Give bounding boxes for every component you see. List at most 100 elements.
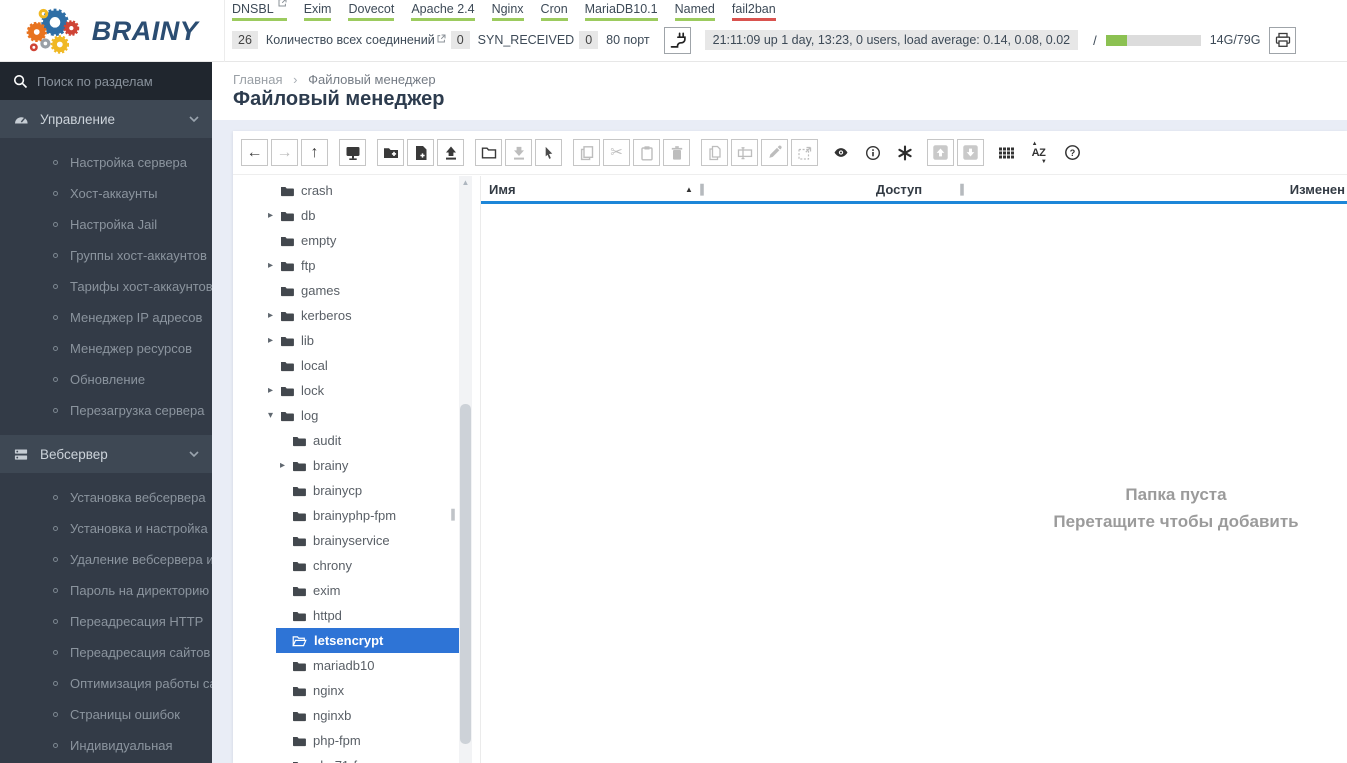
download-button[interactable] bbox=[505, 139, 532, 166]
tree-item-mariadb10[interactable]: mariadb10 bbox=[233, 653, 459, 678]
delete-button[interactable] bbox=[663, 139, 690, 166]
tree-item-crash[interactable]: crash bbox=[233, 178, 459, 203]
preview-button[interactable] bbox=[829, 139, 852, 166]
tree-item-lock[interactable]: ▸ lock bbox=[233, 378, 459, 403]
tree-item-lib[interactable]: ▸ lib bbox=[233, 328, 459, 353]
tree-expand-arrow-icon[interactable]: ▸ bbox=[268, 210, 280, 221]
column-header-name[interactable]: Имя bbox=[489, 182, 516, 197]
brand-logo[interactable]: BRAINY bbox=[0, 0, 225, 62]
sidebar-item[interactable]: Оптимизация работы сайта bbox=[0, 668, 212, 699]
rename-button[interactable] bbox=[731, 139, 758, 166]
up-button[interactable]: ↑ bbox=[301, 139, 328, 166]
back-button[interactable]: ← bbox=[241, 139, 268, 166]
tree-item-httpd[interactable]: httpd bbox=[233, 603, 459, 628]
sidebar-item[interactable]: Настройка Jail bbox=[0, 209, 212, 240]
tree-scrollbar[interactable]: ▲ bbox=[459, 176, 472, 763]
tree-expand-arrow-icon[interactable]: ▸ bbox=[268, 385, 280, 396]
sidebar-item[interactable]: Установка вебсервера bbox=[0, 482, 212, 513]
nav-link-cron[interactable]: Cron bbox=[540, 2, 568, 21]
nav-link-mariadb10-1[interactable]: MariaDB10.1 bbox=[584, 2, 658, 21]
tree-expand-arrow-icon[interactable]: ▸ bbox=[268, 260, 280, 271]
nav-link-dovecot[interactable]: Dovecot bbox=[348, 2, 395, 21]
tree-item-php-fpm[interactable]: php-fpm bbox=[233, 728, 459, 753]
help-button[interactable]: ? bbox=[1061, 139, 1084, 166]
sidebar-item[interactable]: Пароль на директорию bbox=[0, 575, 212, 606]
sidebar-item[interactable]: Удаление вебсервера и PHP bbox=[0, 544, 212, 575]
tree-item-nginx[interactable]: nginx bbox=[233, 678, 459, 703]
column-resize-grip[interactable]: ∥ bbox=[959, 182, 965, 196]
nav-link-exim[interactable]: Exim bbox=[303, 2, 332, 21]
stat-badge[interactable]: 26 Количество всех соединений bbox=[232, 31, 446, 49]
tree-expand-arrow-icon[interactable]: ▾ bbox=[268, 410, 280, 421]
sidebar-item[interactable]: Переадресация сайтов bbox=[0, 637, 212, 668]
open-folder-button[interactable] bbox=[475, 139, 502, 166]
sidebar-item[interactable]: Обновление bbox=[0, 364, 212, 395]
tree-item-db[interactable]: ▸ db bbox=[233, 203, 459, 228]
grid-view-button[interactable] bbox=[995, 139, 1018, 166]
sidebar-item[interactable]: Настройка сервера bbox=[0, 147, 212, 178]
column-header-access[interactable]: Доступ bbox=[876, 182, 922, 197]
extract-button[interactable] bbox=[791, 139, 818, 166]
tree-item-audit[interactable]: audit bbox=[233, 428, 459, 453]
tree-item-brainy[interactable]: ▸ brainy bbox=[233, 453, 459, 478]
tree-item-brainycp[interactable]: brainycp bbox=[233, 478, 459, 503]
tree-item-log[interactable]: ▾ log bbox=[233, 403, 459, 428]
sidebar-section-webserver[interactable]: Вебсервер bbox=[0, 435, 212, 473]
new-file-button[interactable] bbox=[407, 139, 434, 166]
copy-button[interactable] bbox=[573, 139, 600, 166]
tree-item-ftp[interactable]: ▸ ftp bbox=[233, 253, 459, 278]
tree-item-local[interactable]: local bbox=[233, 353, 459, 378]
print-button[interactable] bbox=[1269, 26, 1297, 54]
sidebar-item[interactable]: Хост-аккаунты bbox=[0, 178, 212, 209]
edit-button[interactable] bbox=[761, 139, 788, 166]
upload-button[interactable] bbox=[437, 139, 464, 166]
column-header-changed[interactable]: Изменен bbox=[1290, 182, 1345, 197]
sidebar-item[interactable]: Перезагрузка сервера bbox=[0, 395, 212, 426]
nav-link-named[interactable]: Named bbox=[674, 2, 715, 21]
sidebar-item[interactable]: Менеджер ресурсов bbox=[0, 333, 212, 364]
panel-splitter-grip[interactable]: ∥ bbox=[450, 507, 456, 521]
new-folder-button[interactable] bbox=[377, 139, 404, 166]
tree-item-empty[interactable]: empty bbox=[233, 228, 459, 253]
tree-expand-arrow-icon[interactable]: ▸ bbox=[280, 460, 292, 471]
tree-item-letsencrypt[interactable]: letsencrypt bbox=[233, 628, 459, 653]
forward-button[interactable]: → bbox=[271, 139, 298, 166]
sidebar-item[interactable]: Установка и настройка PHP bbox=[0, 513, 212, 544]
sidebar-item[interactable]: Тарифы хост-аккаунтов bbox=[0, 271, 212, 302]
sidebar-item[interactable]: Переадресация HTTP bbox=[0, 606, 212, 637]
tree-item-php71-fpm[interactable]: php71-fpm bbox=[233, 753, 459, 763]
nav-link-nginx[interactable]: Nginx bbox=[491, 2, 524, 21]
tree-expand-arrow-icon[interactable]: ▸ bbox=[268, 310, 280, 321]
search-input[interactable] bbox=[37, 73, 187, 89]
sidebar-item[interactable]: Страницы ошибок bbox=[0, 699, 212, 730]
duplicate-button[interactable] bbox=[701, 139, 728, 166]
breadcrumb-home[interactable]: Главная bbox=[233, 72, 282, 87]
tree-item-kerberos[interactable]: ▸ kerberos bbox=[233, 303, 459, 328]
sort-az-button[interactable]: AZ ▲ ▼ bbox=[1027, 139, 1050, 166]
tree-item-chrony[interactable]: chrony bbox=[233, 553, 459, 578]
nav-link-fail2ban[interactable]: fail2ban bbox=[731, 2, 776, 21]
sidebar-item[interactable]: Группы хост-аккаунтов bbox=[0, 240, 212, 271]
tree-item-brainyservice[interactable]: brainyservice bbox=[233, 528, 459, 553]
tree-item-games[interactable]: games bbox=[233, 278, 459, 303]
column-resize-grip[interactable]: ∥ bbox=[699, 182, 705, 196]
tree-item-brainyphp-fpm[interactable]: brainyphp-fpm bbox=[233, 503, 459, 528]
scroll-up-arrow-icon[interactable]: ▲ bbox=[459, 176, 472, 189]
select-pointer-button[interactable] bbox=[535, 139, 562, 166]
archive-download-button[interactable] bbox=[957, 139, 984, 166]
sidebar-item[interactable]: Индивидуальная bbox=[0, 730, 212, 761]
network-button[interactable] bbox=[339, 139, 366, 166]
connections-plug-button[interactable] bbox=[663, 26, 691, 54]
tree-item-exim[interactable]: exim bbox=[233, 578, 459, 603]
info-button[interactable] bbox=[861, 139, 884, 166]
tree-expand-arrow-icon[interactable]: ▸ bbox=[268, 335, 280, 346]
paste-button[interactable] bbox=[633, 139, 660, 166]
nav-link-dnsbl[interactable]: DNSBL bbox=[232, 0, 287, 21]
scrollbar-thumb[interactable] bbox=[460, 404, 471, 744]
nav-link-apache-2-4[interactable]: Apache 2.4 bbox=[411, 2, 475, 21]
sidebar-item[interactable]: Менеджер IP адресов bbox=[0, 302, 212, 333]
cut-button[interactable]: ✂ bbox=[603, 139, 630, 166]
tree-item-nginxb[interactable]: nginxb bbox=[233, 703, 459, 728]
archive-upload-button[interactable] bbox=[927, 139, 954, 166]
sidebar-section-upravlenie[interactable]: Управление bbox=[0, 100, 212, 138]
